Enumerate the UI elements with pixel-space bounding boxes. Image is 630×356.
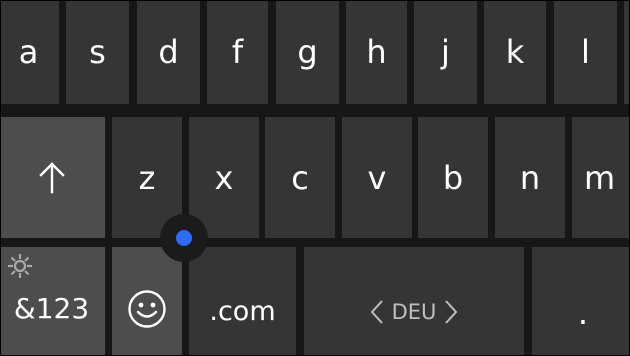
gear-icon [8, 254, 32, 278]
key-m[interactable]: m [572, 117, 630, 238]
key-f[interactable]: f [207, 0, 268, 104]
key-label: m [584, 158, 616, 197]
cursor-dot-icon [176, 230, 192, 246]
key-label: j [441, 33, 450, 71]
key-label: v [367, 158, 387, 197]
language-label: DEU [391, 300, 437, 324]
shift-key[interactable] [0, 117, 105, 238]
key-b[interactable]: b [418, 117, 488, 238]
key-label: h [366, 33, 387, 71]
key-partial-right [624, 0, 630, 104]
key-label: s [89, 33, 106, 71]
emoji-key[interactable] [112, 247, 182, 356]
key-n[interactable]: n [495, 117, 565, 238]
key-c[interactable]: c [265, 117, 335, 238]
symbols-label: &123 [13, 292, 90, 325]
chevron-left-icon [370, 300, 383, 324]
dotcom-label: .com [209, 296, 276, 327]
smiley-icon [128, 290, 166, 328]
key-label: n [519, 158, 541, 197]
key-j[interactable]: j [414, 0, 477, 104]
period-label: . [577, 294, 589, 332]
key-v[interactable]: v [342, 117, 412, 238]
space-key[interactable]: DEU [304, 247, 524, 356]
key-label: b [442, 158, 464, 197]
key-h[interactable]: h [346, 0, 407, 104]
key-g[interactable]: g [276, 0, 339, 104]
key-a[interactable]: a [0, 0, 59, 104]
cursor-control[interactable] [160, 214, 208, 262]
key-label: k [505, 33, 525, 71]
key-label: a [18, 33, 39, 71]
period-key[interactable]: . [532, 247, 630, 356]
chevron-right-icon [445, 300, 458, 324]
arrow-up-icon [38, 161, 65, 193]
dotcom-key[interactable]: .com [189, 247, 296, 356]
key-label: l [581, 33, 590, 71]
touch-keyboard: a s d f g h j k l z x c v b n m &123 .co… [0, 0, 630, 356]
key-label: d [158, 33, 179, 71]
key-label: z [138, 158, 156, 197]
key-l[interactable]: l [554, 0, 617, 104]
key-k[interactable]: k [484, 0, 546, 104]
language-switcher: DEU [370, 299, 459, 325]
key-s[interactable]: s [66, 0, 129, 104]
key-label: f [231, 33, 244, 71]
key-d[interactable]: d [137, 0, 200, 104]
key-label: g [297, 33, 318, 71]
key-label: c [291, 158, 309, 197]
key-label: x [214, 158, 234, 197]
